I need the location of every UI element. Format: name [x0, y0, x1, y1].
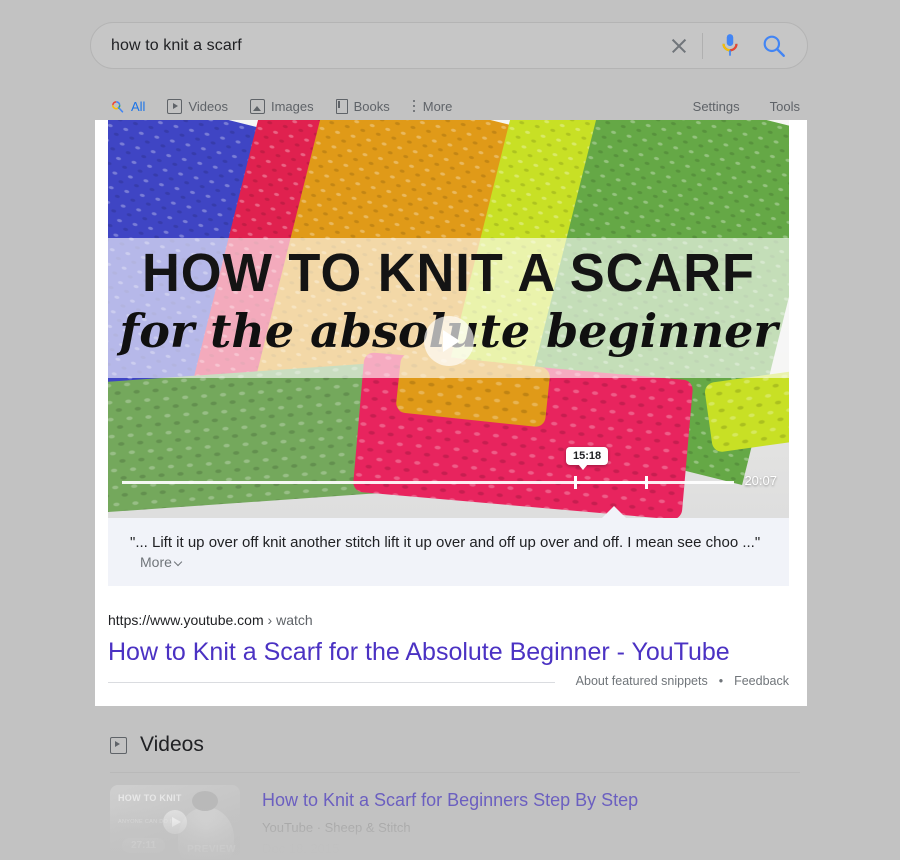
play-button-icon[interactable]	[423, 316, 474, 366]
video-overlay-title: HOW TO KNIT A SCARF	[141, 243, 756, 303]
snippet-caret-icon	[602, 506, 626, 518]
tabs-right-group: Settings Tools	[663, 99, 800, 114]
result-url-domain: https://www.youtube.com	[108, 612, 264, 628]
search-bar[interactable]: how to knit a scarf	[90, 22, 808, 69]
video-result-meta: How to Knit a Scarf for Beginners Step B…	[262, 785, 638, 860]
more-dots-icon	[412, 99, 417, 114]
thumbnail-title-text: HOW TO KNIT	[118, 793, 182, 803]
progress-segment-marker[interactable]	[574, 476, 648, 489]
clear-search-icon[interactable]	[666, 33, 692, 59]
video-result-date: Dec 18, 2015	[262, 841, 340, 856]
tab-books-label: Books	[353, 98, 390, 114]
current-time-tooltip: 15:18	[566, 447, 609, 470]
thumbnail-duration: 27:11	[122, 838, 166, 853]
feedback-link[interactable]: Feedback	[734, 674, 789, 688]
videos-heading-label: Videos	[140, 733, 204, 756]
result-url-crumb: › watch	[267, 612, 313, 628]
tab-all[interactable]: All	[110, 99, 145, 114]
footer-separator: •	[718, 674, 724, 688]
video-player[interactable]: HOW TO KNIT A SCARF for the absolute beg…	[108, 120, 789, 518]
search-icon	[112, 100, 124, 113]
tab-books[interactable]: Books	[335, 98, 390, 114]
video-progress-controls: 15:18 20:07	[108, 447, 789, 518]
tab-images-label: Images	[270, 98, 314, 114]
videos-divider	[110, 772, 800, 773]
settings-button[interactable]: Settings	[693, 99, 740, 114]
video-result-source: YouTube · Sheep & Stitch	[262, 820, 411, 835]
tools-button[interactable]: Tools	[770, 99, 800, 114]
search-divider	[702, 32, 703, 59]
search-submit-icon[interactable]	[761, 33, 787, 59]
about-featured-snippets-link[interactable]: About featured snippets	[576, 674, 708, 688]
card-divider	[108, 682, 555, 683]
search-input[interactable]: how to knit a scarf	[111, 37, 666, 55]
search-tabs: All Videos Images Books More Settings To…	[110, 94, 800, 118]
video-result-title[interactable]: How to Knit a Scarf for Beginners Step B…	[262, 790, 638, 811]
video-thumbnail[interactable]: HOW TO KNIT ANYONE CAN DO IT 27:11 PREVI…	[110, 785, 240, 859]
tab-videos-label: Videos	[188, 98, 228, 114]
transcript-more-link[interactable]: More	[140, 554, 183, 570]
image-icon	[249, 98, 265, 114]
tab-videos[interactable]: Videos	[167, 98, 228, 114]
featured-snippet-card: HOW TO KNIT A SCARF for the absolute beg…	[95, 120, 807, 706]
result-title-link[interactable]: How to Knit a Scarf for the Absolute Beg…	[108, 638, 730, 667]
video-icon	[167, 98, 183, 114]
more-label: More	[140, 554, 172, 570]
video-result-row[interactable]: HOW TO KNIT ANYONE CAN DO IT 27:11 PREVI…	[110, 785, 800, 860]
chevron-down-icon	[173, 557, 183, 567]
snippet-footer: About featured snippets • Feedback	[576, 674, 789, 688]
result-url[interactable]: https://www.youtube.com › watch	[108, 612, 313, 628]
thumbnail-play-icon[interactable]	[163, 810, 187, 834]
tab-all-label: All	[131, 98, 146, 114]
tab-more[interactable]: More	[412, 98, 453, 114]
videos-section-heading: Videos	[110, 733, 204, 757]
thumbnail-preview-badge: PREVIEW	[187, 844, 236, 855]
tab-images[interactable]: Images	[249, 98, 314, 114]
book-icon	[335, 98, 348, 114]
thumbnail-person-hair	[192, 791, 218, 811]
video-duration: 20:07	[744, 473, 777, 488]
transcript-text: "... Lift it up over off knit another st…	[130, 534, 761, 551]
tab-more-label: More	[422, 98, 453, 114]
microphone-icon[interactable]	[717, 32, 743, 60]
transcript-block: "... Lift it up over off knit another st…	[108, 518, 789, 586]
video-box-icon	[110, 736, 127, 754]
